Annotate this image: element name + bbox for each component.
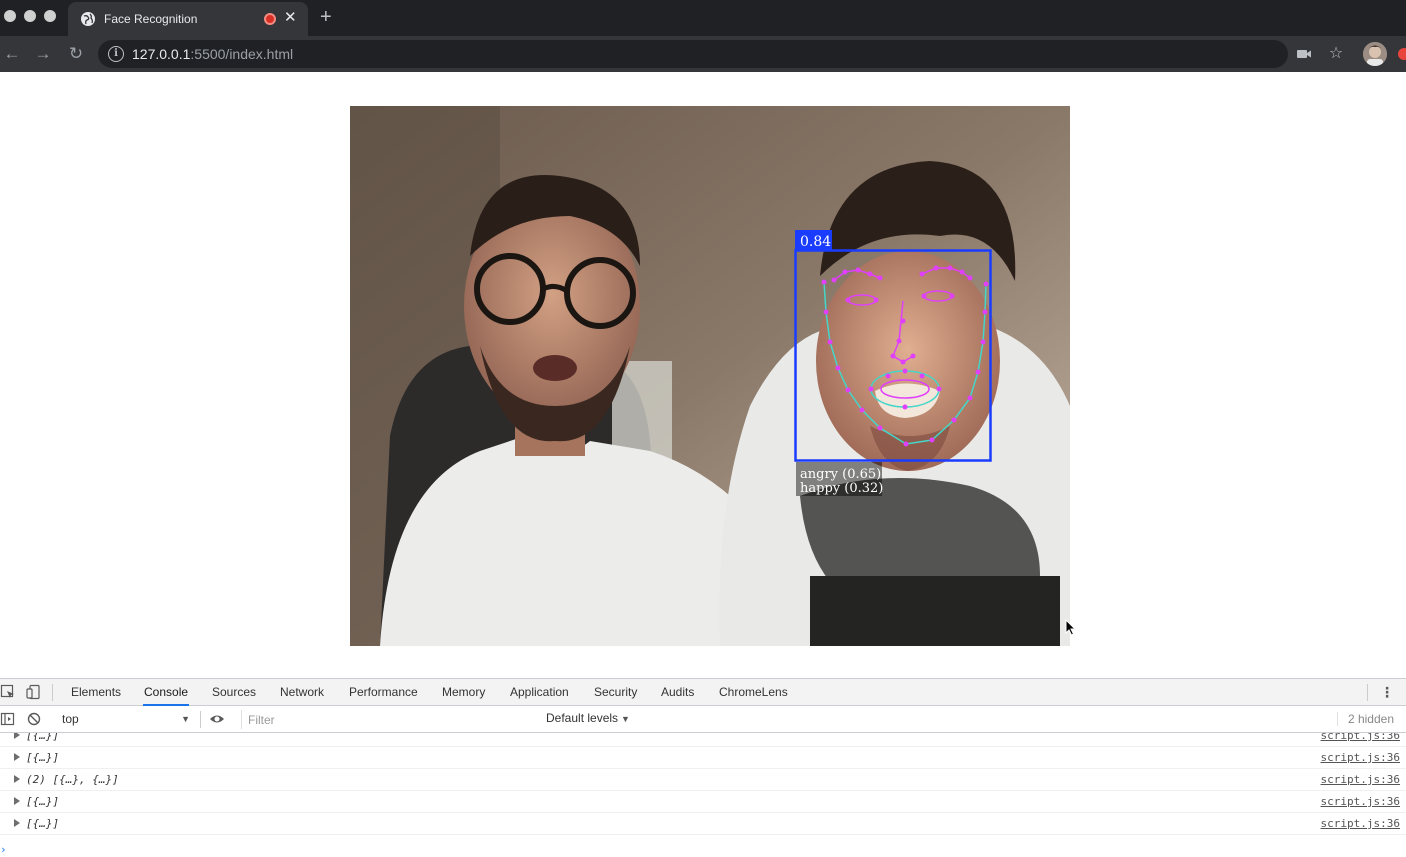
dropdown-arrow-icon: ▼ — [181, 714, 190, 724]
tab-strip: Face Recognition ✕ + — [0, 0, 1406, 36]
source-link[interactable]: script.js:36 — [1321, 817, 1400, 830]
tab-console[interactable]: Console — [143, 679, 190, 706]
source-link[interactable]: script.js:36 — [1321, 795, 1400, 808]
clear-console-icon[interactable] — [26, 711, 42, 727]
mouse-pointer-icon — [1065, 619, 1077, 636]
source-link[interactable]: script.js:36 — [1321, 773, 1400, 786]
window-zoom-dot[interactable] — [44, 10, 56, 22]
camera-icon[interactable] — [1295, 45, 1313, 63]
reload-icon[interactable]: ↻ — [66, 44, 86, 64]
toolbar-divider — [52, 684, 53, 701]
tab-performance[interactable]: Performance — [348, 679, 419, 706]
expand-caret-icon[interactable] — [14, 753, 20, 761]
expand-caret-icon[interactable] — [14, 819, 20, 827]
tab-memory[interactable]: Memory — [441, 679, 486, 706]
console-prompt-icon[interactable]: › — [0, 843, 7, 856]
tab-title: Face Recognition — [104, 12, 198, 26]
extension-badge[interactable] — [1398, 48, 1406, 60]
console-filter-input[interactable] — [241, 710, 537, 729]
new-tab-icon[interactable]: + — [320, 7, 332, 27]
console-filterbar: top ▼ Default levels▼ 2 hidden — [0, 706, 1406, 733]
expand-caret-icon[interactable] — [14, 797, 20, 805]
live-expression-eye-icon[interactable] — [209, 711, 225, 727]
expression-angry-label: angry (0.65) — [800, 467, 881, 482]
browser-tab[interactable]: Face Recognition ✕ — [68, 2, 308, 36]
expand-caret-icon[interactable] — [14, 733, 20, 739]
expression-happy-label: happy (0.32) — [800, 481, 883, 496]
console-messages: [{…}] script.js:36 [{…}] script.js:36 (2… — [0, 733, 1406, 857]
window-close-dot[interactable] — [4, 10, 16, 22]
back-icon[interactable]: ← — [2, 44, 22, 64]
console-log-row[interactable]: [{…}] script.js:36 — [0, 733, 1406, 747]
address-bar[interactable]: i 127.0.0.1:5500/index.html — [98, 40, 1288, 68]
tab-audits[interactable]: Audits — [660, 679, 695, 706]
browser-toolbar: ← → ↻ i 127.0.0.1:5500/index.html ☆ — [0, 36, 1406, 72]
webcam-frame-illustration: 0.84 angry (0.65) happy (0.32) — [350, 106, 1070, 646]
tab-application[interactable]: Application — [509, 679, 570, 706]
profile-avatar[interactable] — [1363, 42, 1387, 66]
console-log-row[interactable]: [{…}] script.js:36 — [0, 747, 1406, 769]
source-link[interactable]: script.js:36 — [1321, 751, 1400, 764]
source-link[interactable]: script.js:36 — [1321, 733, 1400, 742]
info-icon[interactable]: i — [108, 46, 124, 62]
toolbar-divider — [200, 711, 201, 728]
log-levels-dropdown[interactable]: Default levels ▼ — [546, 711, 630, 725]
globe-icon — [81, 12, 95, 26]
context-selector-value: top — [62, 712, 79, 726]
tab-sources[interactable]: Sources — [211, 679, 257, 706]
context-selector[interactable]: top ▼ — [56, 710, 194, 729]
toolbar-divider — [1367, 684, 1368, 701]
expand-caret-icon[interactable] — [14, 775, 20, 783]
sidebar-toggle-icon[interactable] — [0, 711, 16, 727]
device-toolbar-icon[interactable] — [26, 684, 42, 700]
window-minimize-dot[interactable] — [24, 10, 36, 22]
dropdown-arrow-icon: ▼ — [621, 714, 630, 724]
tab-security[interactable]: Security — [593, 679, 638, 706]
inspect-element-icon[interactable] — [0, 684, 16, 700]
recording-icon — [264, 13, 276, 25]
close-icon[interactable]: ✕ — [284, 10, 297, 26]
tab-chromelens[interactable]: ChromeLens — [718, 679, 789, 706]
url-text[interactable]: 127.0.0.1:5500/index.html — [132, 46, 293, 62]
devtools-tabbar: Elements Console Sources Network Perform… — [0, 679, 1406, 706]
webcam-video: 0.84 angry (0.65) happy (0.32) — [350, 106, 1070, 646]
page-viewport: 0.84 angry (0.65) happy (0.32) — [0, 72, 1406, 678]
star-icon[interactable]: ☆ — [1327, 45, 1345, 63]
more-options-icon[interactable]: ⋮ — [1380, 683, 1394, 701]
tab-network[interactable]: Network — [279, 679, 325, 706]
hidden-messages-count: 2 hidden — [1336, 712, 1394, 726]
forward-icon[interactable]: → — [33, 44, 53, 64]
detection-score-label: 0.84 — [800, 234, 831, 250]
console-log-row[interactable]: (2) [{…}, {…}] script.js:36 — [0, 769, 1406, 791]
devtools-panel: Elements Console Sources Network Perform… — [0, 678, 1406, 856]
console-log-row[interactable]: [{…}] script.js:36 — [0, 813, 1406, 835]
tab-elements[interactable]: Elements — [70, 679, 122, 706]
console-log-row[interactable]: [{…}] script.js:36 — [0, 791, 1406, 813]
